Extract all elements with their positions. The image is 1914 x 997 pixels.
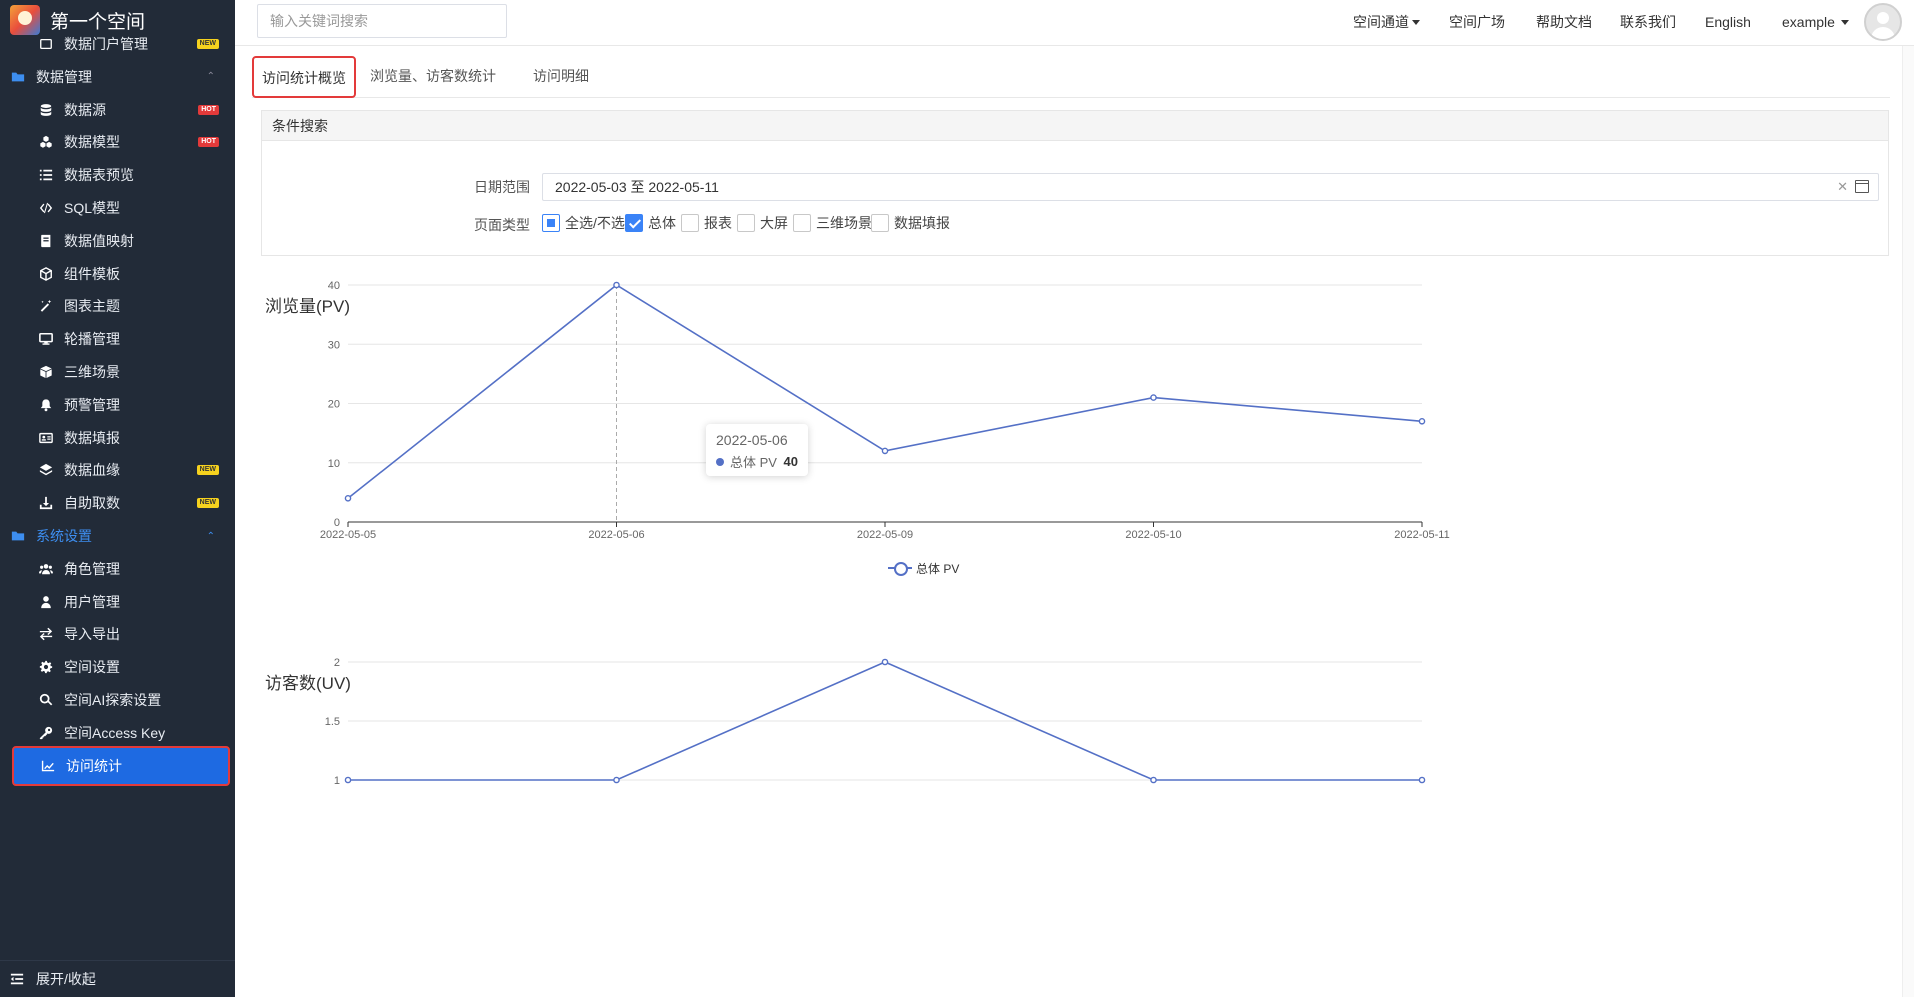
new-badge: NEW bbox=[196, 465, 219, 476]
y-tick-label: 1.5 bbox=[325, 716, 340, 728]
sidebar-item-label: SQL模型 bbox=[64, 200, 121, 216]
search-input[interactable]: 输入关键词搜索 bbox=[257, 4, 507, 38]
sidebar-item-label: 数据表预览 bbox=[64, 167, 134, 184]
sidebar-item-label: 空间AI探索设置 bbox=[64, 692, 162, 708]
sidebar-item-23[interactable]: 访问统计 bbox=[12, 745, 230, 786]
collapse-label: 展开/收起 bbox=[36, 971, 96, 987]
sidebar-item-label: 数据填报 bbox=[64, 429, 120, 446]
sidebar-item-label: 数据管理 bbox=[36, 68, 92, 85]
layers-icon bbox=[38, 462, 54, 478]
folder-icon bbox=[10, 69, 26, 85]
uv-line-chart[interactable]: 11.52 bbox=[248, 46, 1890, 997]
chevron-up-icon[interactable]: ⌃ bbox=[207, 71, 215, 82]
scrollbar[interactable] bbox=[1902, 46, 1914, 997]
sidebar-item-label: 三维场景 bbox=[64, 364, 120, 380]
main-content: 访问统计概览 浏览量、访客数统计 访问明细 条件搜索 日期范围 2022-05-… bbox=[248, 46, 1890, 997]
sidebar-item-label: 数据门户管理 bbox=[64, 36, 148, 52]
avatar[interactable] bbox=[1864, 3, 1902, 41]
sidebar-item-label: 数据血缘 bbox=[64, 462, 120, 479]
bell-icon bbox=[38, 397, 54, 413]
username: example bbox=[1782, 14, 1835, 30]
search-icon bbox=[38, 692, 54, 708]
data-point bbox=[344, 776, 352, 784]
top-bar: 输入关键词搜索 空间通道 空间广场 帮助文档 联系我们 English exam… bbox=[235, 0, 1914, 46]
nav-user-menu[interactable]: example bbox=[1782, 0, 1849, 44]
chart-line-icon bbox=[40, 758, 56, 774]
sidebar: 第一个空间 数据门户管理 NEW 数据管理 ⌃ 数据源 HOT 数据模型 HOT 数据表预览 SQ… bbox=[0, 0, 235, 997]
database-icon bbox=[38, 102, 54, 118]
nav-space-channel-label: 空间通道 bbox=[1353, 14, 1409, 30]
caret-down-icon bbox=[1412, 19, 1420, 25]
key-icon bbox=[38, 725, 54, 741]
sidebar-item-label: 用户管理 bbox=[64, 593, 120, 610]
y-tick-label: 1 bbox=[334, 775, 340, 787]
new-badge: NEW bbox=[196, 39, 219, 49]
sidebar-item-label: 访问统计 bbox=[66, 757, 122, 774]
sidebar-item-label: 数据模型 bbox=[64, 134, 120, 151]
folder-icon bbox=[10, 528, 26, 544]
book-icon bbox=[38, 233, 54, 249]
list-icon bbox=[38, 167, 54, 183]
caret-down-icon bbox=[1840, 19, 1849, 25]
magic-wand-icon bbox=[38, 298, 54, 314]
sidebar-item-label: 空间设置 bbox=[64, 659, 120, 676]
cubes-icon bbox=[38, 134, 54, 150]
sidebar-item-label: 导入导出 bbox=[64, 626, 120, 643]
sidebar-item-label: 自助取数 bbox=[64, 495, 120, 512]
hot-badge: HOT bbox=[198, 137, 219, 148]
sidebar-collapse-toggle[interactable]: 展开/收起 bbox=[0, 960, 235, 997]
new-badge: NEW bbox=[196, 498, 219, 509]
monitor-icon bbox=[38, 331, 54, 347]
sidebar-item-label: 轮播管理 bbox=[64, 331, 120, 348]
chevron-up-icon[interactable]: ⌃ bbox=[207, 531, 215, 542]
sidebar-item-label: 数据源 bbox=[64, 101, 106, 118]
sidebar-item-label: 系统设置 bbox=[36, 528, 92, 544]
sidebar-item-label: 数据值映射 bbox=[64, 232, 134, 249]
data-point bbox=[1150, 776, 1157, 784]
collapse-icon bbox=[10, 972, 26, 986]
data-point bbox=[613, 776, 620, 784]
nav-language[interactable]: English bbox=[1705, 0, 1751, 44]
portal-icon bbox=[38, 36, 54, 52]
sidebar-item-label: 空间Access Key bbox=[64, 724, 166, 741]
data-point bbox=[881, 658, 889, 666]
nav-contact-us[interactable]: 联系我们 bbox=[1620, 0, 1676, 44]
sidebar-item-label: 预警管理 bbox=[64, 396, 120, 413]
data-point bbox=[1418, 776, 1426, 784]
cube-outline-icon bbox=[38, 266, 54, 282]
nav-help-docs[interactable]: 帮助文档 bbox=[1536, 0, 1592, 44]
code-icon bbox=[38, 200, 54, 216]
nav-space-plaza[interactable]: 空间广场 bbox=[1449, 0, 1505, 44]
users-icon bbox=[38, 561, 54, 577]
box-icon bbox=[38, 364, 54, 380]
id-card-icon bbox=[38, 430, 54, 446]
download-icon bbox=[38, 495, 54, 511]
sidebar-item-label: 图表主题 bbox=[64, 298, 120, 315]
sidebar-item-label: 角色管理 bbox=[64, 560, 120, 577]
hot-badge: HOT bbox=[198, 104, 219, 115]
exchange-icon bbox=[38, 626, 54, 642]
nav-space-channel[interactable]: 空间通道 bbox=[1353, 0, 1420, 44]
user-icon bbox=[38, 594, 54, 610]
sidebar-item-label: 组件模板 bbox=[64, 265, 120, 282]
gear-icon bbox=[38, 659, 54, 675]
y-tick-label: 2 bbox=[334, 657, 340, 669]
